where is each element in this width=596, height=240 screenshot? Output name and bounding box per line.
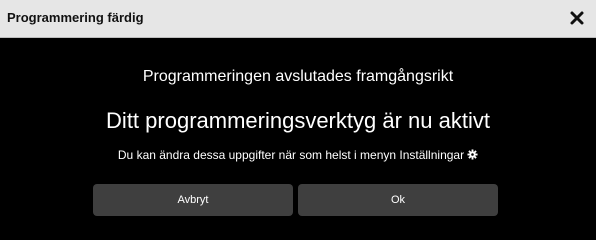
gear-icon [467, 149, 478, 163]
active-message: Ditt programmeringsverktyg är nu aktivt [106, 108, 490, 133]
programming-complete-dialog: Programmering färdig Programmeringen avs… [0, 0, 596, 236]
dialog-title: Programmering färdig [7, 10, 144, 25]
cancel-button[interactable]: Avbryt [93, 184, 293, 216]
settings-hint: Du kan ändra dessa uppgifter när som hel… [0, 148, 596, 163]
dialog-titlebar: Programmering färdig [0, 0, 596, 38]
success-message: Programmeringen avslutades framgångsrikt [142, 68, 454, 85]
close-icon[interactable] [568, 9, 586, 27]
ok-button[interactable]: Ok [298, 184, 498, 216]
settings-hint-text: Du kan ändra dessa uppgifter när som hel… [117, 148, 465, 162]
dialog-body: Programmeringen avslutades framgångsrikt… [0, 38, 596, 236]
